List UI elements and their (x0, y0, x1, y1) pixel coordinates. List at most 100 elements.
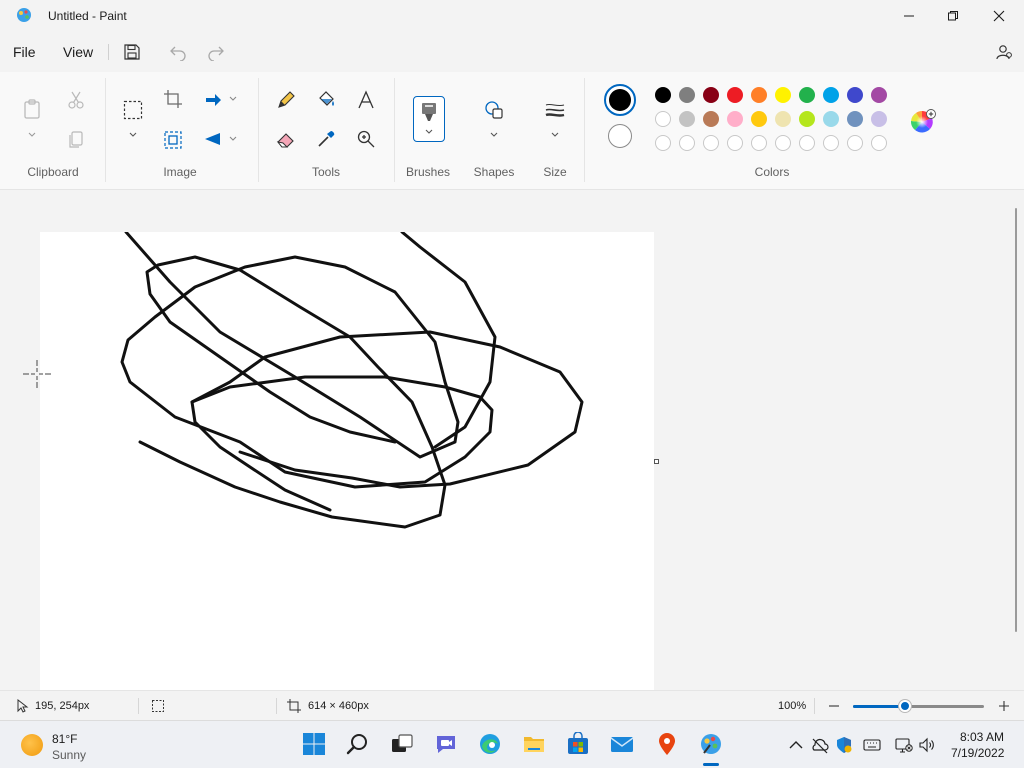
size-chevron-down-icon[interactable] (550, 130, 560, 140)
color-swatch[interactable] (679, 87, 695, 103)
weather-temperature[interactable]: 81°F (52, 732, 77, 746)
sun-weather-icon[interactable] (21, 734, 43, 756)
windows-start-icon (303, 733, 325, 755)
account-button[interactable] (992, 40, 1016, 64)
keyboard-icon[interactable] (863, 736, 881, 754)
color-swatch[interactable] (823, 135, 839, 151)
secondary-color-button[interactable] (608, 124, 632, 148)
color-swatch[interactable] (655, 135, 671, 151)
security-shield-icon[interactable] (835, 736, 853, 754)
magnifier-button[interactable] (352, 125, 380, 153)
zoom-slider[interactable] (853, 705, 984, 708)
flip-button[interactable] (199, 125, 227, 153)
teams-chat-button[interactable] (433, 731, 459, 757)
color-swatch[interactable] (775, 135, 791, 151)
color-swatch[interactable] (727, 135, 743, 151)
close-button[interactable] (976, 0, 1022, 32)
rotate-button[interactable] (199, 85, 227, 113)
color-swatch[interactable] (751, 135, 767, 151)
color-swatch[interactable] (679, 135, 695, 151)
crop-button[interactable] (159, 85, 187, 113)
volume-icon[interactable] (918, 736, 936, 754)
cut-button[interactable] (62, 86, 90, 114)
undo-button[interactable] (166, 40, 190, 64)
color-swatch[interactable] (775, 111, 791, 127)
brushes-button[interactable] (413, 96, 445, 142)
color-swatch[interactable] (847, 135, 863, 151)
color-swatch[interactable] (799, 111, 815, 127)
rotate-chevron-down-icon[interactable] (228, 94, 238, 104)
color-swatch[interactable] (871, 111, 887, 127)
fill-button[interactable] (312, 86, 340, 114)
color-swatch[interactable] (727, 111, 743, 127)
shapes-button[interactable] (480, 96, 508, 124)
text-button[interactable] (352, 86, 380, 114)
color-swatch[interactable] (847, 87, 863, 103)
redo-button[interactable] (204, 40, 228, 64)
zoom-out-icon[interactable] (827, 699, 841, 713)
zoom-level[interactable]: 100% (778, 700, 806, 712)
save-button[interactable] (120, 40, 144, 64)
pencil-button[interactable] (272, 86, 300, 114)
color-swatch[interactable] (799, 87, 815, 103)
menu-view[interactable]: View (63, 44, 93, 60)
color-swatch[interactable] (823, 111, 839, 127)
color-swatch[interactable] (799, 135, 815, 151)
shapes-chevron-down-icon[interactable] (489, 130, 499, 140)
color-swatch[interactable] (655, 111, 671, 127)
edit-colors-button[interactable] (910, 108, 936, 133)
weather-description[interactable]: Sunny (52, 748, 86, 762)
mail-button[interactable] (609, 731, 635, 757)
drawing-canvas[interactable] (40, 230, 654, 690)
paste-button[interactable] (18, 95, 46, 123)
store-button[interactable] (565, 731, 591, 757)
resize-button[interactable] (159, 126, 187, 154)
color-picker-button[interactable] (312, 125, 340, 153)
paste-chevron-down-icon[interactable] (27, 130, 37, 140)
color-swatch[interactable] (823, 87, 839, 103)
color-swatch[interactable] (871, 87, 887, 103)
canvas-resize-handle-right[interactable] (654, 459, 659, 464)
network-icon[interactable] (895, 736, 913, 754)
flip-chevron-down-icon[interactable] (228, 134, 238, 144)
color-swatch[interactable] (727, 87, 743, 103)
onedrive-offline-icon[interactable] (811, 736, 829, 754)
task-view-button[interactable] (389, 731, 415, 757)
color-swatch[interactable] (847, 111, 863, 127)
zoom-in-icon[interactable] (997, 699, 1011, 713)
canvas-workspace (0, 190, 1024, 690)
maximize-button[interactable] (930, 0, 976, 32)
copy-button[interactable] (62, 125, 90, 153)
start-button[interactable] (301, 731, 327, 757)
size-button[interactable] (541, 96, 569, 124)
active-app-indicator (703, 763, 719, 766)
edge-button[interactable] (477, 731, 503, 757)
account-icon (996, 45, 1012, 60)
select-button[interactable] (119, 96, 147, 124)
select-chevron-down-icon[interactable] (128, 130, 138, 140)
color-swatch[interactable] (655, 87, 671, 103)
eraser-button[interactable] (272, 125, 300, 153)
file-explorer-button[interactable] (521, 731, 547, 757)
color-swatch[interactable] (703, 87, 719, 103)
zoom-slider-thumb[interactable] (899, 700, 912, 712)
chevron-up-icon[interactable] (787, 736, 805, 754)
color-swatch[interactable] (775, 87, 791, 103)
color-swatch[interactable] (871, 135, 887, 151)
vertical-scrollbar[interactable] (1015, 208, 1017, 632)
clock-time[interactable]: 8:03 AM (960, 730, 1004, 744)
paint-taskbar-button[interactable] (698, 731, 724, 757)
menu-file[interactable]: File (13, 44, 36, 60)
color-swatch[interactable] (751, 87, 767, 103)
cut-icon (68, 91, 84, 109)
color-swatch[interactable] (679, 111, 695, 127)
color-swatch[interactable] (703, 135, 719, 151)
color-swatch[interactable] (703, 111, 719, 127)
minimize-button[interactable] (886, 0, 932, 32)
primary-color-button[interactable] (604, 84, 636, 116)
redo-icon (208, 46, 224, 61)
maps-button[interactable] (654, 731, 680, 757)
color-swatch[interactable] (751, 111, 767, 127)
clock-date[interactable]: 7/19/2022 (951, 746, 1004, 760)
search-button[interactable] (345, 731, 371, 757)
